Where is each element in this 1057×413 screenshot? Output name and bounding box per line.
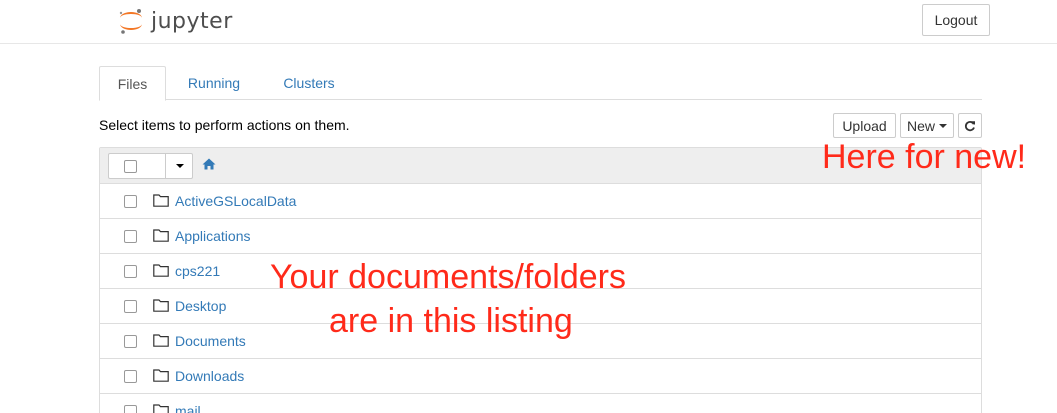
new-button-label: New: [906, 117, 935, 134]
tab-clusters[interactable]: Clusters: [269, 66, 349, 100]
top-header: jupyter Logout: [0, 0, 1057, 44]
tab-bar: Files Running Clusters: [99, 66, 982, 101]
item-name-link[interactable]: Documents: [175, 333, 246, 349]
list-item[interactable]: Applications: [100, 219, 981, 254]
folder-icon: [153, 299, 169, 312]
item-checkbox[interactable]: [124, 405, 137, 413]
select-all-checkbox[interactable]: [124, 160, 137, 173]
tab-running[interactable]: Running: [175, 66, 253, 100]
item-name-link[interactable]: Downloads: [175, 368, 244, 384]
item-name-link[interactable]: Desktop: [175, 298, 226, 314]
home-icon[interactable]: [202, 158, 216, 170]
list-item[interactable]: mail: [100, 394, 981, 413]
select-hint-text: Select items to perform actions on them.: [99, 117, 350, 133]
jupyter-logo[interactable]: jupyter: [116, 6, 233, 36]
select-menu-toggle[interactable]: [165, 153, 193, 179]
annotation-listing-note-line2: are in this listing: [329, 302, 573, 340]
tab-files[interactable]: Files: [99, 66, 166, 101]
select-all-group: [108, 153, 193, 179]
logo-text: jupyter: [151, 8, 233, 34]
folder-icon: [153, 369, 169, 382]
folder-icon: [153, 194, 169, 207]
logout-button[interactable]: Logout: [922, 4, 990, 36]
annotation-listing-note-line1: Your documents/folders: [270, 258, 626, 296]
item-checkbox[interactable]: [124, 335, 137, 348]
jupyter-logo-icon: [119, 9, 142, 34]
annotation-new-note: Here for new!: [822, 138, 1027, 176]
item-checkbox[interactable]: [124, 195, 137, 208]
item-checkbox[interactable]: [124, 370, 137, 383]
item-name-link[interactable]: Applications: [175, 228, 251, 244]
item-name-link[interactable]: ActiveGSLocalData: [175, 193, 296, 209]
refresh-button[interactable]: [958, 113, 982, 138]
item-checkbox[interactable]: [124, 265, 137, 278]
item-checkbox[interactable]: [124, 300, 137, 313]
upload-button[interactable]: Upload: [833, 113, 896, 138]
caret-down-icon: [939, 123, 947, 128]
caret-down-icon: [175, 164, 184, 168]
item-name-link[interactable]: cps221: [175, 263, 220, 279]
refresh-icon: [964, 120, 975, 131]
item-checkbox[interactable]: [124, 230, 137, 243]
new-dropdown-button[interactable]: New: [900, 113, 954, 138]
folder-icon: [153, 264, 169, 277]
folder-icon: [153, 404, 169, 413]
list-item[interactable]: Downloads: [100, 359, 981, 394]
item-name-link[interactable]: mail: [175, 403, 201, 413]
folder-icon: [153, 334, 169, 347]
folder-icon: [153, 229, 169, 242]
list-item[interactable]: ActiveGSLocalData: [100, 184, 981, 219]
